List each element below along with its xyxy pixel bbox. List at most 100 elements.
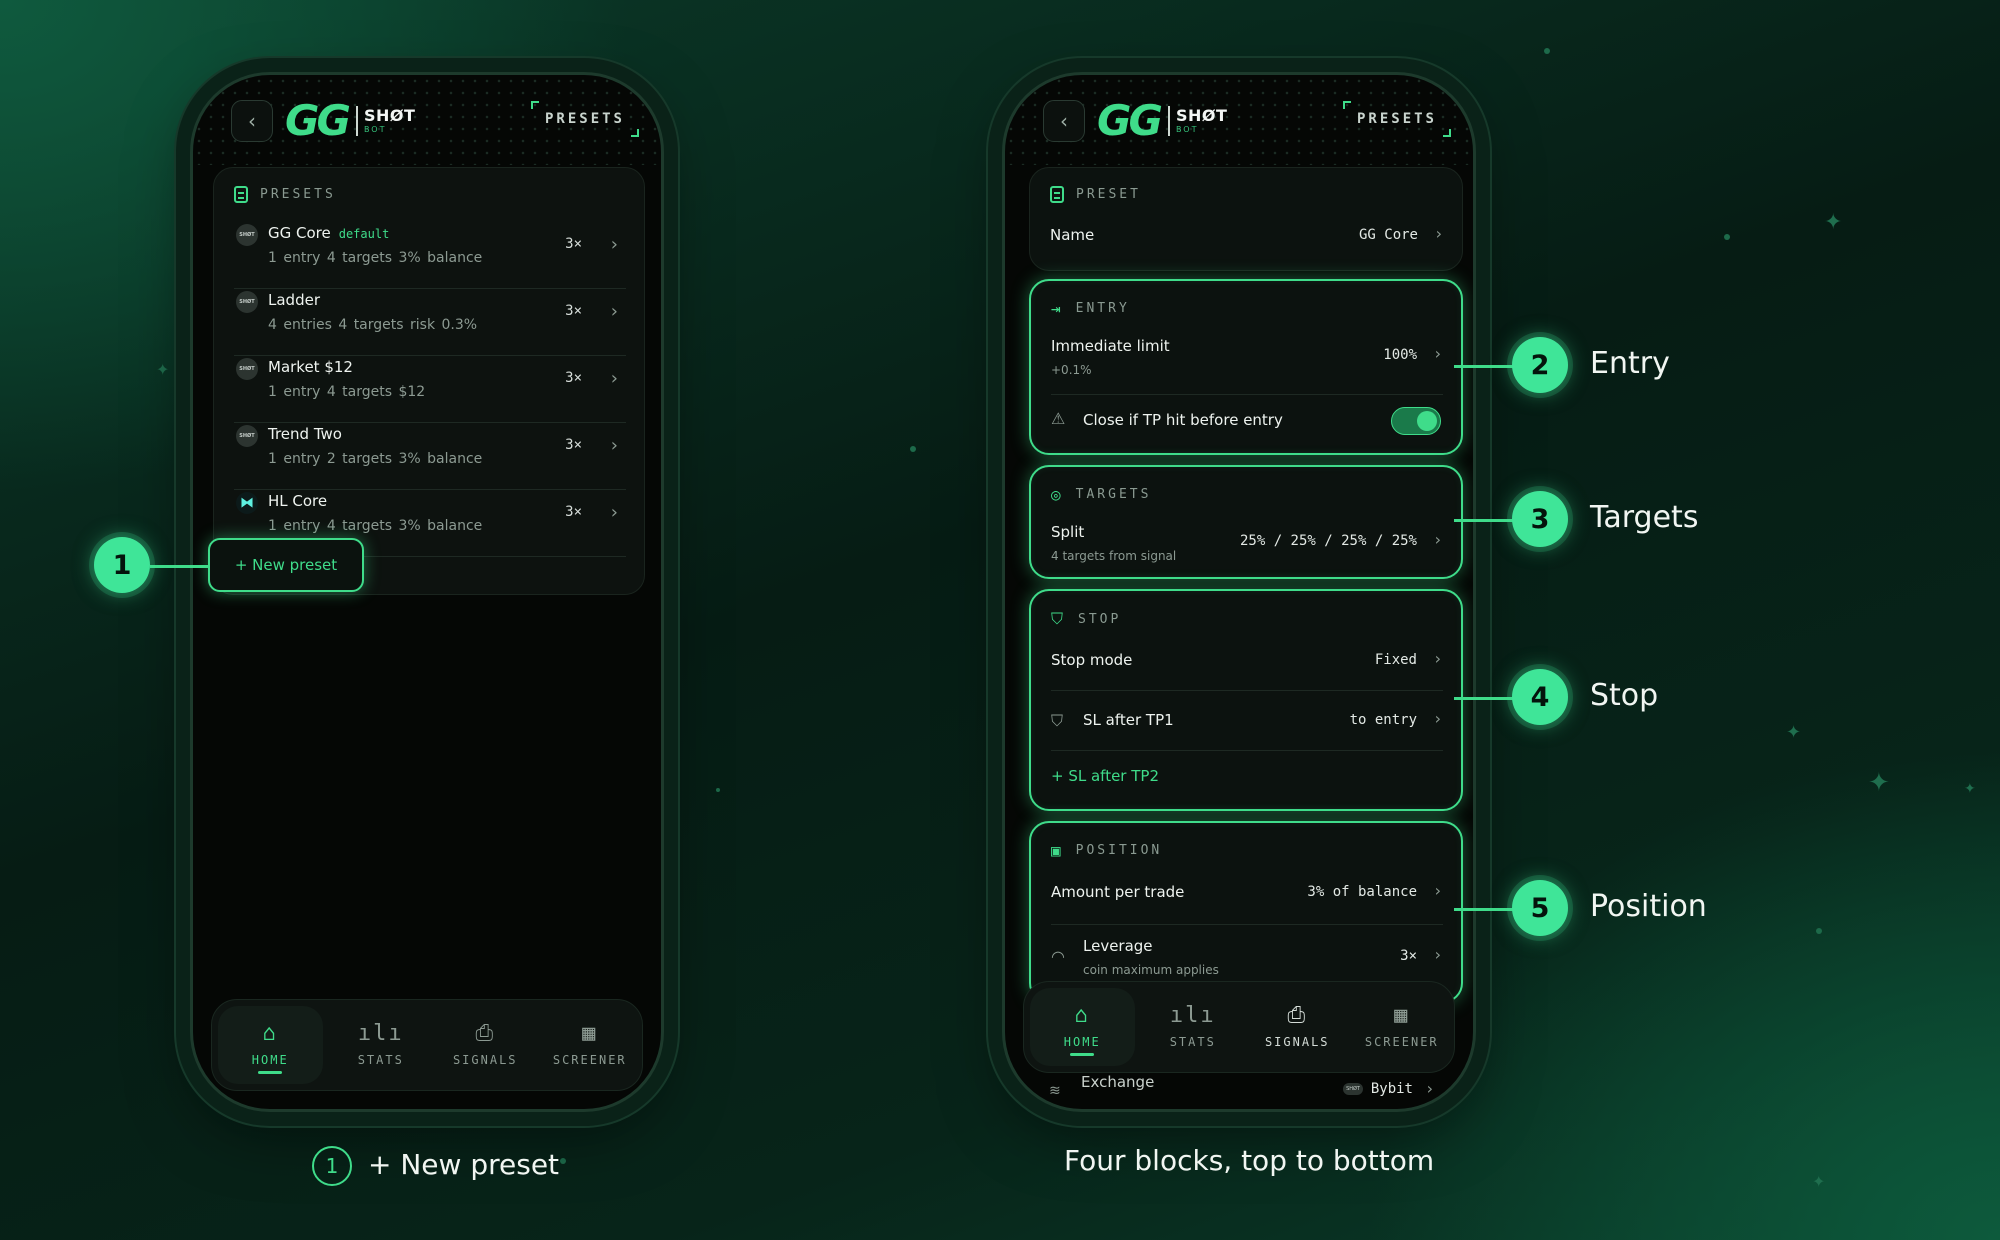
preset-block: PRESET Name GG Core › [1029,167,1463,271]
logo-separator [355,106,358,136]
row-value: GG Core [1358,227,1418,243]
logo-mark: GG [285,96,351,145]
caption-badge: 1 [312,1146,352,1186]
chevron-right-icon: › [1434,344,1441,363]
row-sublabel: +0.1% [1051,363,1092,377]
corner-bracket [530,101,539,109]
warning-icon: ⚠ [1051,409,1066,428]
phone-presets-list: ‹ GG SHØT BOT PRESETS PRESETS SHØT GG Co… [190,72,664,1112]
nav-signals[interactable]: ⎙ SIGNALS [1245,982,1350,1072]
page-title: PRESETS [1342,101,1451,137]
preset-name-row[interactable]: Name GG Core › [1050,224,1444,254]
app-header: ‹ GG SHØT BOT PRESETS [193,75,661,165]
chevron-right-icon: › [610,368,618,389]
new-preset-button[interactable]: + New preset [208,538,364,592]
page-title-text: PRESETS [544,111,625,127]
leverage-row[interactable]: ◠ Leverage coin maximum applies 3× › [1051,929,1443,989]
callout-label: Position [1590,889,1707,924]
preset-row-market[interactable]: SHØT Market $12 1 entry 4 targets $12 3×… [234,356,626,423]
preset-name: Ladder [268,291,320,309]
sparkle-decoration: ✦ [1824,210,1843,235]
corner-bracket [631,129,639,137]
corner-bracket [1443,129,1451,137]
callout-connector [1454,519,1514,522]
chevron-left-icon: ‹ [248,109,256,133]
targets-split-row[interactable]: Split 4 targets from signal 25% / 25% / … [1051,521,1443,569]
entry-block: ⇥ ENTRY Immediate limit +0.1% 100% › ⚠ C… [1029,279,1463,455]
dot-decoration [1724,234,1730,240]
chevron-right-icon: › [1434,649,1441,668]
logo-mark: GG [1097,96,1163,145]
preset-meta: 1 entry 2 targets 3% balance [268,451,483,467]
nav-screener[interactable]: ▦ SCREENER [1350,982,1455,1072]
close-if-tp-row: ⚠ Close if TP hit before entry [1051,403,1443,443]
printer-icon: ⎙ [475,1021,496,1046]
row-value: Bybit [1370,1081,1413,1097]
exchange-row[interactable]: ≋ Exchange SHØT Bybit › [1049,1073,1433,1103]
row-sublabel: 4 targets from signal [1051,549,1177,563]
preset-row-trend-two[interactable]: SHØT Trend Two 1 entry 2 targets 3% bala… [234,423,626,490]
nav-signals[interactable]: ⎙ SIGNALS [433,1000,538,1090]
targets-block: ◎ TARGETS Split 4 targets from signal 25… [1029,465,1463,579]
row-value: 3× [1400,948,1417,964]
preset-row-gg-core[interactable]: SHØT GG Core default 1 entry 4 targets 3%… [234,222,626,289]
dot-decoration [910,446,916,452]
amount-per-trade-row[interactable]: Amount per trade 3% of balance › [1051,877,1443,925]
grid-icon: ▦ [582,1021,598,1046]
back-button[interactable]: ‹ [1043,100,1085,142]
preset-avatar: SHØT [236,425,258,447]
preset-avatar: SHØT [236,358,258,380]
chevron-right-icon: › [610,234,618,255]
position-section-header: ▣ POSITION [1051,841,1162,860]
sl-after-tp1-row[interactable]: ⛉ SL after TP1 to entry › [1051,695,1443,751]
row-label: Stop mode [1051,651,1133,669]
row-value: 3% of balance [1307,884,1417,900]
nav-label: SCREENER [552,1053,627,1067]
preset-name: GG Core default [268,224,389,242]
close-if-tp-toggle[interactable] [1391,407,1441,435]
back-button[interactable]: ‹ [231,100,273,142]
document-icon [1050,186,1064,203]
nav-home[interactable]: ⌂ HOME [218,1006,323,1084]
callout-badge-5: 5 [1512,880,1568,936]
section-title: TARGETS [1075,487,1152,502]
nav-label: STATS [1169,1035,1216,1049]
preset-meta: 1 entry 4 targets $12 [268,384,426,400]
preset-leverage: 3× [565,437,582,453]
entry-type-row[interactable]: Immediate limit +0.1% 100% › [1051,333,1443,395]
preset-row-ladder[interactable]: SHØT Ladder 4 entries 4 targets risk 0.3… [234,289,626,356]
chevron-right-icon: › [610,502,618,523]
stop-mode-row[interactable]: Stop mode Fixed › [1051,645,1443,691]
nav-stats[interactable]: ılı STATS [329,1000,434,1090]
row-label: Close if TP hit before entry [1083,411,1283,429]
logo-separator [1167,106,1170,136]
nav-screener[interactable]: ▦ SCREENER [538,1000,643,1090]
row-sublabel: coin maximum applies [1083,963,1219,977]
sparkle-decoration: ✦ [1786,722,1802,743]
row-value: 100% [1383,347,1417,363]
preset-avatar: SHØT [236,291,258,313]
callout-connector [1454,908,1514,911]
callout-badge-3: 3 [1512,491,1568,547]
document-icon [234,186,248,203]
dot-decoration [560,1158,566,1164]
chevron-right-icon: › [1434,945,1441,964]
nav-label: SIGNALS [452,1053,518,1067]
caption-left: + New preset [368,1148,560,1181]
row-value: 25% / 25% / 25% / 25% [1239,533,1417,549]
add-sl-after-tp2-row[interactable]: + SL after TP2 [1051,757,1443,797]
target-icon: ◎ [1051,485,1064,504]
callout-badge-1: 1 [94,537,150,593]
add-sl-link[interactable]: + SL after TP2 [1051,767,1159,785]
nav-stats[interactable]: ılı STATS [1141,982,1246,1072]
nav-home[interactable]: ⌂ HOME [1030,988,1135,1066]
preset-meta: 1 entry 4 targets 3% balance [268,518,483,534]
section-title: ENTRY [1075,301,1130,316]
dot-decoration [1816,928,1822,934]
dot-decoration [716,788,720,792]
callout-label: Entry [1590,346,1670,381]
home-icon: ⌂ [1074,1003,1090,1028]
sparkle-decoration: ✦ [156,360,170,379]
nav-label: SIGNALS [1264,1035,1330,1049]
targets-section-header: ◎ TARGETS [1051,485,1151,504]
